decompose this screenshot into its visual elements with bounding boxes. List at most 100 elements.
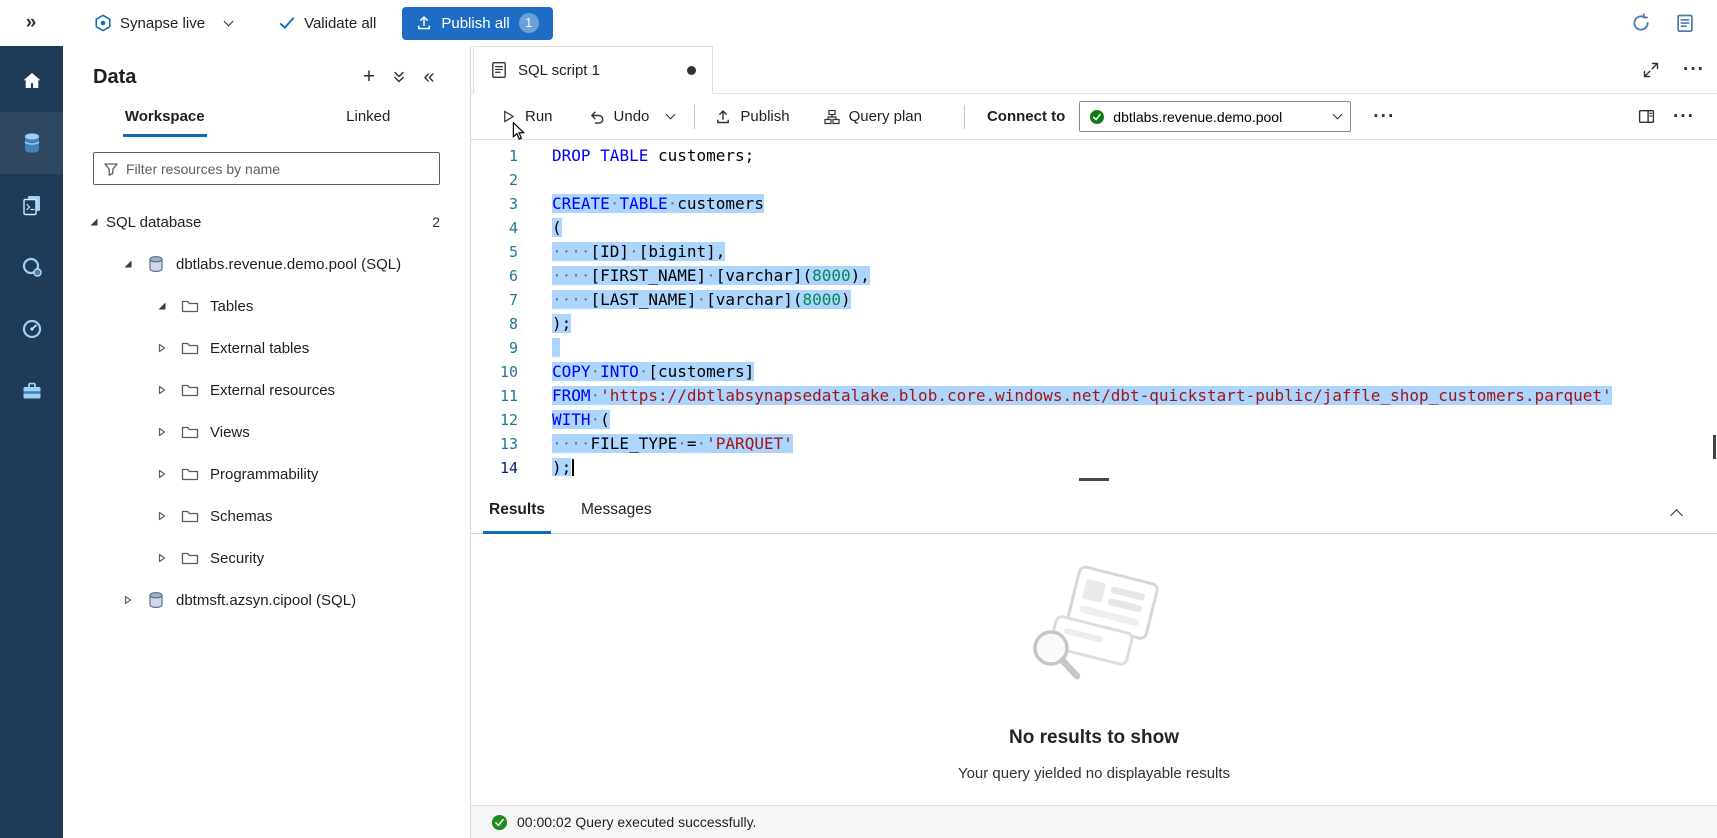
toolbar-more-button[interactable]: ··· [1369, 101, 1399, 132]
undo-dropdown-button[interactable] [663, 109, 678, 124]
code-line[interactable]: 6····[FIRST_NAME]·[varchar](8000), [471, 264, 1717, 288]
tree-expanded-icon[interactable] [89, 217, 106, 227]
tree-expanded-icon[interactable] [157, 301, 174, 311]
code-line[interactable]: 1DROP TABLE customers; [471, 144, 1717, 168]
upload-icon [416, 15, 432, 31]
line-number: 6 [471, 264, 518, 288]
code-editor[interactable]: 1DROP TABLE customers;23 CREATE·TABLE·cus… [471, 140, 1717, 476]
tree-expanded-icon[interactable] [123, 259, 140, 269]
clipboard-icon [1675, 13, 1695, 33]
rail-item-develop[interactable] [0, 174, 63, 236]
success-check-icon [491, 814, 508, 831]
vertical-scrollbar-thumb[interactable] [1713, 435, 1716, 459]
validate-all-button[interactable]: Validate all [268, 8, 386, 38]
tree-collapsed-icon[interactable] [157, 385, 174, 395]
tab-results[interactable]: Results [483, 491, 551, 534]
tree-item-dbtlabs-revenue-demo-pool-sql[interactable]: dbtlabs.revenue.demo.pool (SQL) [63, 243, 470, 285]
code-line[interactable]: 8); [471, 312, 1717, 336]
line-number: 1 [471, 144, 518, 168]
expand-menu-button[interactable]: » [0, 12, 62, 34]
tree-item-dbtmsft-azsyn-cipool-sql[interactable]: dbtmsft.azsyn.cipool (SQL) [63, 579, 470, 621]
line-content: ); [518, 312, 571, 336]
rail-item-integrate[interactable] [0, 236, 63, 298]
tree-item-tables[interactable]: Tables [63, 285, 470, 327]
tab-sql-script-1[interactable]: SQL script 1 [473, 46, 713, 94]
line-content: COPY·INTO·[customers] [518, 360, 754, 384]
tree-collapsed-icon[interactable] [157, 343, 174, 353]
code-line[interactable]: 7····[LAST_NAME]·[varchar](8000) [471, 288, 1717, 312]
line-content: CREATE·TABLE·customers [518, 192, 764, 216]
chevron-down-icon [224, 16, 234, 26]
code-line[interactable]: 5····[ID]·[bigint], [471, 240, 1717, 264]
tree-collapsed-icon[interactable] [157, 553, 174, 563]
tree-item-label: External tables [210, 340, 440, 357]
rail-item-monitor[interactable] [0, 298, 63, 360]
tree-collapsed-icon[interactable] [123, 595, 140, 605]
query-plan-button[interactable]: Query plan [820, 102, 926, 131]
tree-item-schemas[interactable]: Schemas [63, 495, 470, 537]
selection-highlight: CREATE·TABLE·customers [552, 194, 764, 213]
rail-item-home[interactable] [0, 50, 63, 112]
tree-item-programmability[interactable]: Programmability [63, 453, 470, 495]
code-line[interactable]: 9 [471, 336, 1717, 360]
synapse-live-selector[interactable]: Synapse live [84, 8, 242, 38]
line-content: WITH·( [518, 408, 610, 432]
tree-collapsed-icon[interactable] [157, 427, 174, 437]
expand-editor-button[interactable] [1631, 46, 1671, 93]
publish-button[interactable]: Publish [711, 102, 793, 131]
code-line[interactable]: 12WITH·( [471, 408, 1717, 432]
line-number: 9 [471, 336, 518, 360]
tree-item-security[interactable]: Security [63, 537, 470, 579]
add-resource-button[interactable]: + [354, 62, 384, 92]
panel-resize-handle[interactable] [471, 476, 1717, 484]
tree-item-sql-database[interactable]: SQL database2 [63, 201, 470, 243]
collapse-results-button[interactable] [1662, 498, 1691, 533]
manage-icon [20, 379, 44, 403]
tab-linked[interactable]: Linked [267, 102, 471, 137]
tree-item-external-tables[interactable]: External tables [63, 327, 470, 369]
toolbar-divider [694, 105, 695, 129]
toolbar-divider [964, 105, 965, 129]
refresh-button[interactable] [1625, 7, 1657, 39]
tab-workspace[interactable]: Workspace [63, 102, 267, 137]
run-button[interactable]: Run [497, 102, 557, 131]
code-line[interactable]: 4( [471, 216, 1717, 240]
tab-messages[interactable]: Messages [575, 491, 658, 534]
code-line[interactable]: 14); [471, 456, 1717, 476]
rail-item-manage[interactable] [0, 360, 63, 422]
code-line[interactable]: 3 CREATE·TABLE·customers [471, 192, 1717, 216]
properties-button[interactable] [1634, 102, 1659, 131]
upload-icon [715, 109, 731, 125]
line-number: 8 [471, 312, 518, 336]
tree-item-external-resources[interactable]: External resources [63, 369, 470, 411]
code-line[interactable]: 10COPY·INTO·[customers] [471, 360, 1717, 384]
actions-button[interactable] [384, 62, 414, 92]
chevron-down-icon [1333, 110, 1343, 120]
publish-all-button[interactable]: Publish all 1 [402, 7, 552, 40]
editor-more-actions-button[interactable]: ··· [1669, 101, 1699, 132]
collapse-panel-button[interactable]: « [414, 62, 444, 92]
tree-collapsed-icon[interactable] [157, 511, 174, 521]
tree-item-views[interactable]: Views [63, 411, 470, 453]
query-plan-label: Query plan [849, 108, 922, 125]
connect-to-pool-dropdown[interactable]: dbtlabs.revenue.demo.pool [1079, 101, 1351, 132]
tree-item-label: Security [210, 550, 440, 567]
maximize-icon [1643, 62, 1659, 78]
view-output-button[interactable] [1669, 7, 1701, 39]
selected-pool-name: dbtlabs.revenue.demo.pool [1113, 109, 1326, 125]
results-panel: Results Messages [471, 484, 1717, 838]
filter-icon [103, 161, 119, 177]
filter-resources-input[interactable] [126, 161, 430, 177]
tree-item-label: Views [210, 424, 440, 441]
code-line[interactable]: 11FROM·'https://dbtlabsynapsedatalake.bl… [471, 384, 1717, 408]
tab-more-actions-button[interactable]: ··· [1671, 46, 1717, 93]
item-count-badge: 2 [432, 214, 440, 230]
line-content: ····[FIRST_NAME]·[varchar](8000), [518, 264, 870, 288]
tree-collapsed-icon[interactable] [157, 469, 174, 479]
tree-item-label: Schemas [210, 508, 440, 525]
code-line[interactable]: 13····FILE_TYPE·=·'PARQUET' [471, 432, 1717, 456]
code-line[interactable]: 2 [471, 168, 1717, 192]
rail-item-data[interactable] [0, 112, 63, 174]
undo-button[interactable]: Undo [585, 102, 654, 131]
line-number: 3 [471, 192, 518, 216]
